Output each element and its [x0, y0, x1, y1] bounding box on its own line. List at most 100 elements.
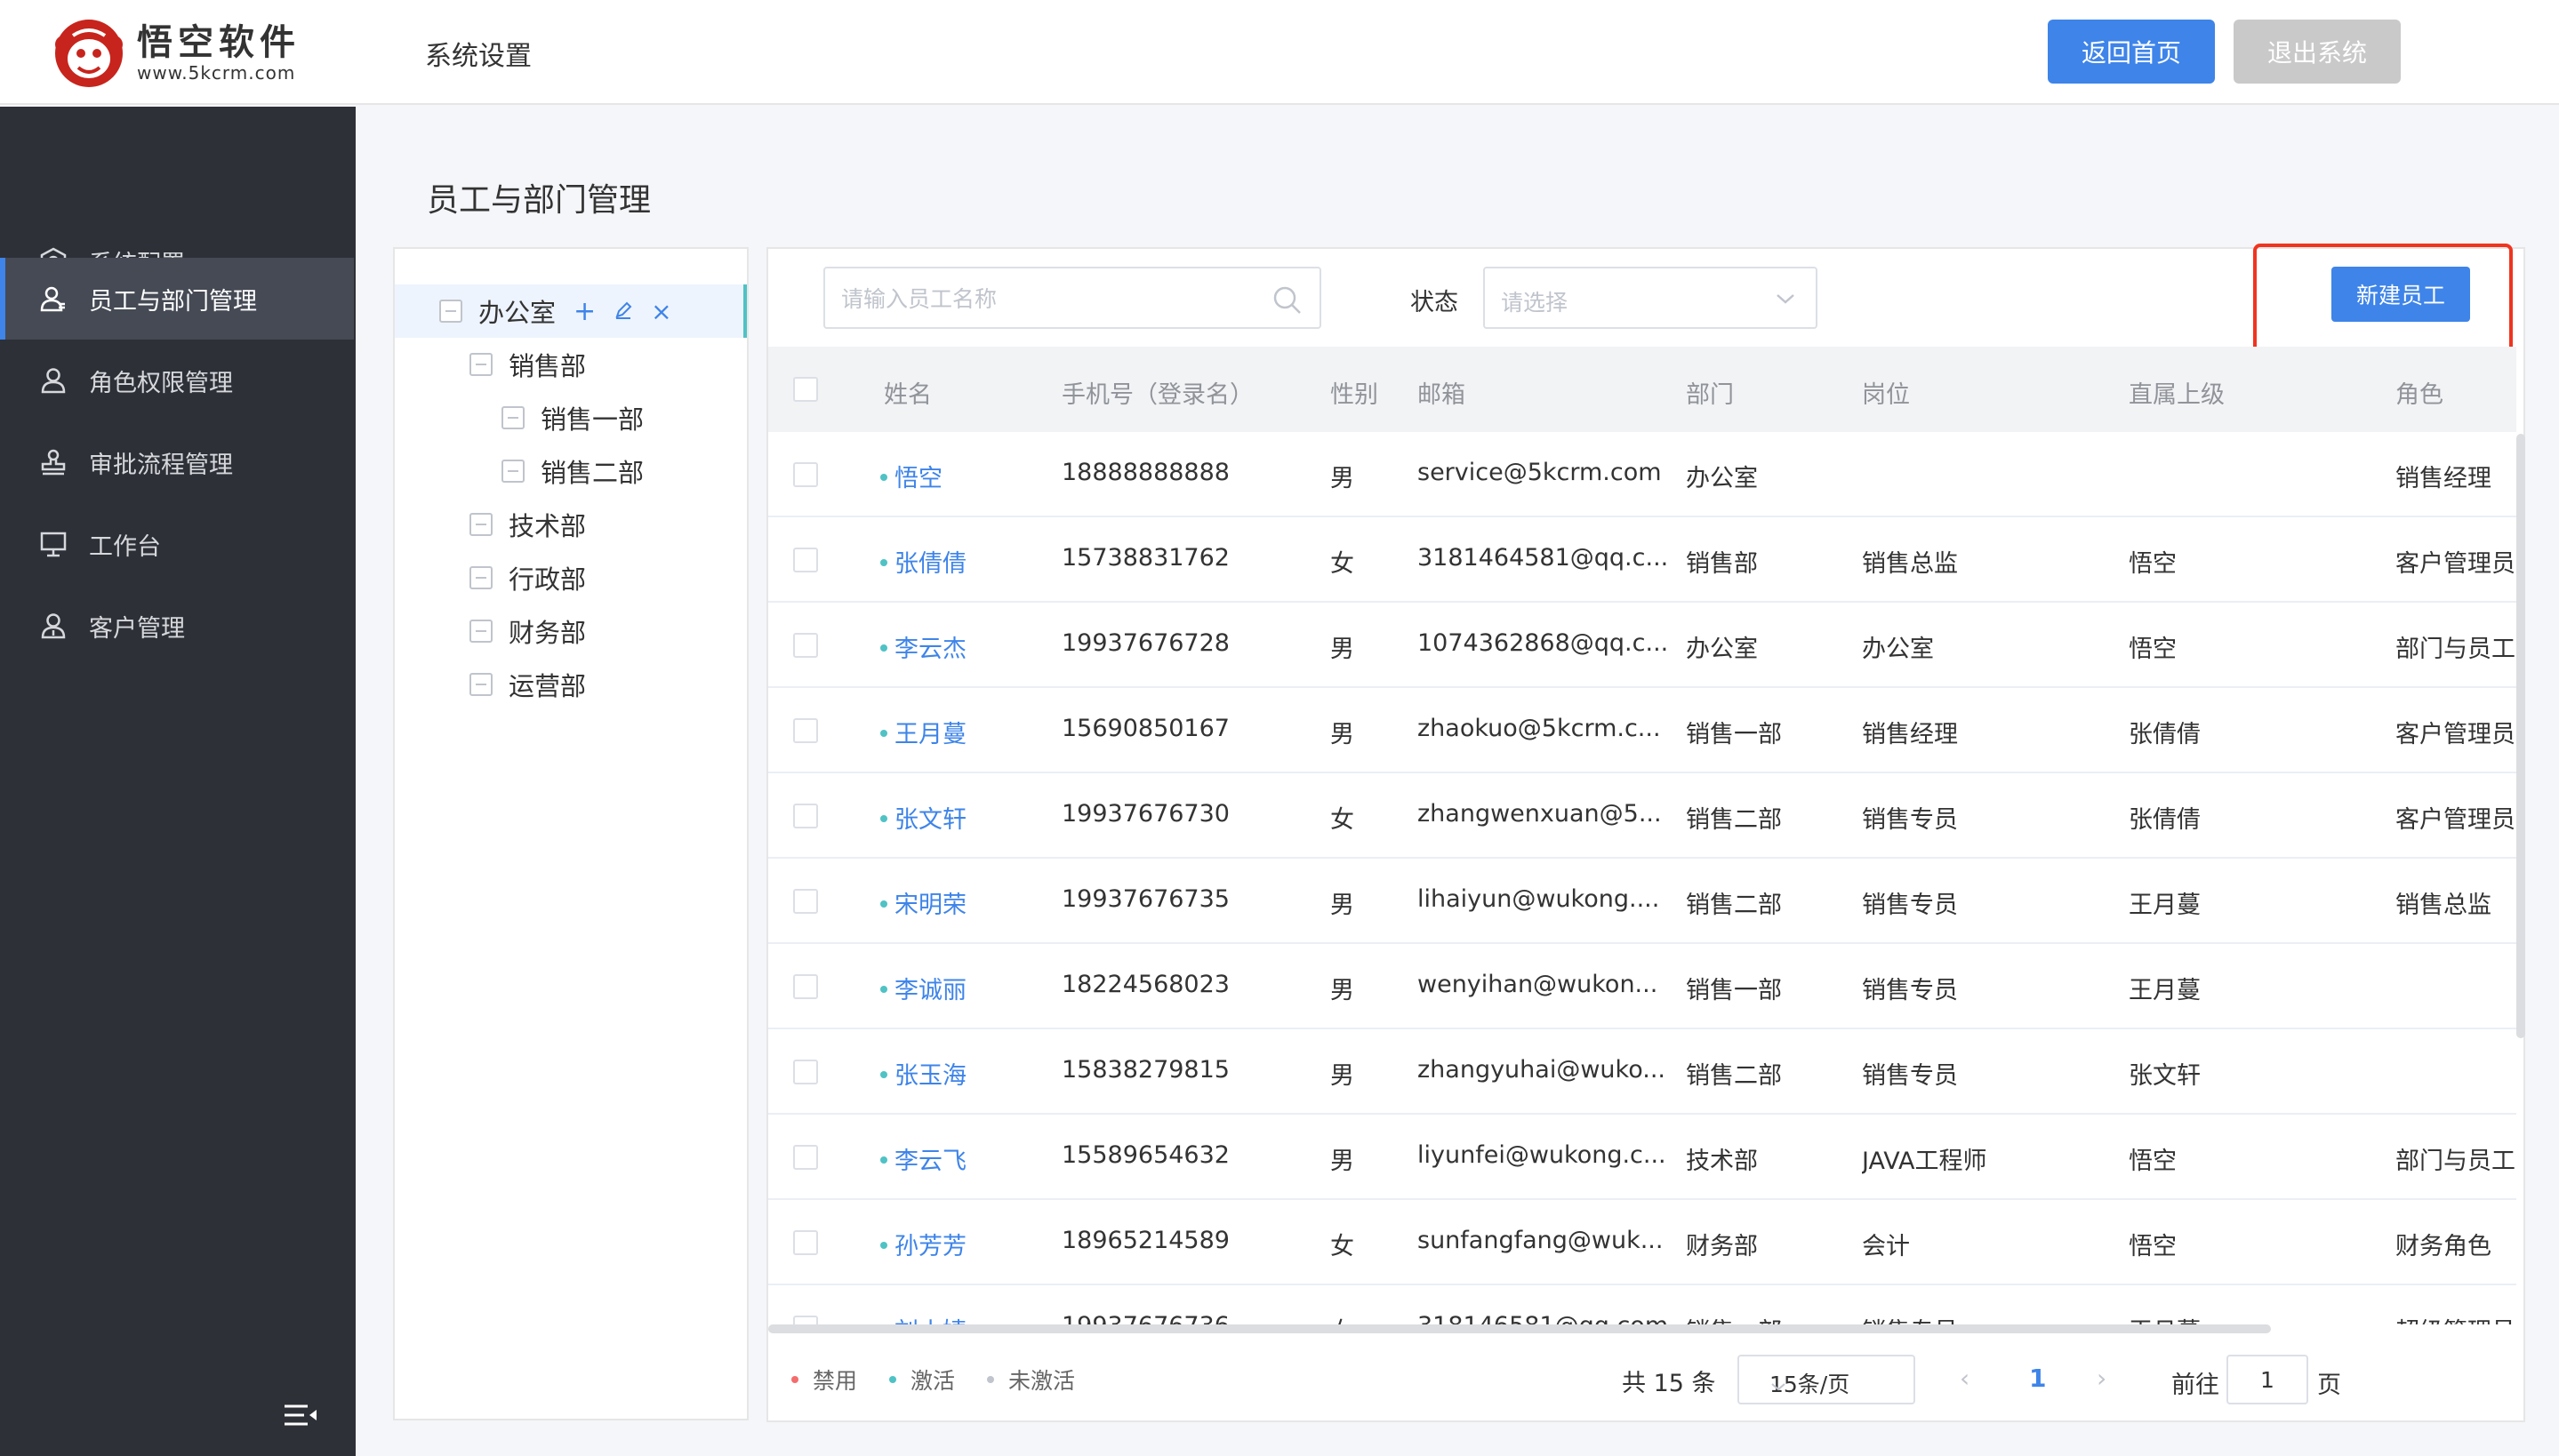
employee-name-link[interactable]: 李云飞 — [880, 1141, 967, 1176]
column-header[interactable]: 部门 — [1686, 375, 1734, 410]
tree-node-office[interactable]: 办公室 + × — [395, 284, 747, 338]
search-icon[interactable] — [1271, 284, 1304, 316]
employee-name-link[interactable]: 张玉海 — [880, 1056, 967, 1091]
status-select[interactable]: 请选择 — [1483, 267, 1817, 329]
employee-name[interactable]: 张玉海 — [894, 1062, 967, 1090]
employee-search-input[interactable] — [841, 279, 1250, 318]
edit-department-icon[interactable] — [614, 296, 633, 327]
sidebar-item-role-permission[interactable]: 角色权限管理 — [0, 340, 354, 421]
tree-node-sales[interactable]: 销售部 — [469, 338, 586, 391]
tree-node-sales-2[interactable]: 销售二部 — [501, 444, 644, 498]
sidebar-item-customer[interactable]: 客户管理 — [0, 585, 354, 667]
table-row[interactable]: 王月蔓 15690850167 男 zhaokuo@5kcrm.c... 销售一部 销售经… — [768, 688, 2516, 773]
employee-name-link[interactable]: 王月蔓 — [880, 715, 967, 749]
employee-name-link[interactable]: 悟空 — [880, 459, 943, 493]
employee-name[interactable]: 宋明荣 — [894, 892, 967, 919]
employee-name-link[interactable]: 孙芳芳 — [880, 1227, 967, 1261]
page-number-current[interactable]: 1 — [2029, 1364, 2046, 1393]
page-size-select[interactable]: 15条/页 — [1737, 1355, 1915, 1404]
collapse-icon[interactable] — [439, 300, 462, 323]
logo[interactable]: 悟空软件 www.5kcrm.com — [52, 18, 301, 89]
column-header[interactable]: 性别 — [1330, 375, 1378, 410]
table-row[interactable]: 张文轩 19937676730 女 zhangwenxuan@5... 销售二部 销售专员… — [768, 773, 2516, 859]
table-row[interactable]: 张倩倩 15738831762 女 3181464581@qq.c... 销售部 销售总监… — [768, 517, 2516, 603]
collapse-menu-icon[interactable] — [281, 1396, 320, 1435]
tree-node-tech[interactable]: 技术部 — [469, 498, 586, 551]
employee-name[interactable]: 李云飞 — [894, 1148, 967, 1175]
employee-name[interactable]: 悟空 — [894, 465, 943, 492]
column-header[interactable]: 直属上级 — [2129, 375, 2225, 410]
table-row[interactable]: 孙芳芳 18965214589 女 sunfangfang@wuk... 财务部 会计 悟空… — [768, 1200, 2516, 1285]
table-row[interactable]: 李云飞 15589654632 男 liyunfei@wukong.c... 技术部 JA… — [768, 1115, 2516, 1200]
sidebar-item-staff-dept[interactable]: 员工与部门管理 — [0, 258, 354, 340]
vertical-scrollbar[interactable] — [2516, 434, 2525, 1038]
employee-name[interactable]: 张倩倩 — [894, 550, 967, 578]
employee-name-link[interactable]: 张文轩 — [880, 800, 967, 835]
row-checkbox[interactable] — [793, 1230, 818, 1255]
tree-node-admin[interactable]: 行政部 — [469, 551, 586, 604]
column-header[interactable]: 岗位 — [1862, 375, 1910, 410]
row-checkbox[interactable] — [793, 548, 818, 572]
new-employee-button[interactable]: 新建员工 — [2331, 267, 2470, 322]
row-checkbox[interactable] — [793, 974, 818, 999]
employee-name[interactable]: 张文轩 — [894, 806, 967, 834]
row-checkbox[interactable] — [793, 718, 818, 743]
collapse-icon[interactable] — [469, 620, 493, 643]
column-header[interactable]: 角色 — [2395, 375, 2443, 410]
collapse-icon[interactable] — [469, 513, 493, 536]
employee-name-link[interactable]: 刘小婧 — [880, 1312, 967, 1324]
select-all-checkbox[interactable] — [793, 377, 818, 402]
next-page-button[interactable]: › — [2097, 1364, 2106, 1393]
employee-name-link[interactable]: 张倩倩 — [880, 544, 967, 579]
table-row[interactable]: 李云杰 19937676728 男 1074362868@qq.c... 办公室 办公室 悟… — [768, 603, 2516, 688]
column-header[interactable]: 邮箱 — [1417, 375, 1465, 410]
collapse-icon[interactable] — [469, 353, 493, 376]
status-label: 状态 — [1410, 289, 1458, 316]
row-checkbox[interactable] — [793, 1316, 818, 1324]
row-checkbox[interactable] — [793, 804, 818, 828]
goto-page-input[interactable] — [2226, 1355, 2308, 1404]
horizontal-scrollbar[interactable] — [768, 1324, 2271, 1333]
table-row[interactable]: 张玉海 15838279815 男 zhangyuhai@wuko... 销售二部 销售专… — [768, 1029, 2516, 1115]
column-header[interactable]: 手机号（登录名） — [1062, 375, 1254, 410]
row-checkbox[interactable] — [793, 889, 818, 914]
table-row[interactable]: 宋明荣 19937676735 男 lihaiyun@wukong.... 销售二部 销售… — [768, 859, 2516, 944]
employee-name-link[interactable]: 宋明荣 — [880, 885, 967, 920]
employee-name[interactable]: 王月蔓 — [894, 721, 967, 748]
employee-name[interactable]: 孙芳芳 — [894, 1233, 967, 1260]
sidebar-item-workbench[interactable]: 工作台 — [0, 503, 354, 585]
employee-name-link[interactable]: 李诚丽 — [880, 971, 967, 1005]
employee-name-link[interactable]: 李云杰 — [880, 629, 967, 664]
exit-system-button[interactable]: 退出系统 — [2234, 20, 2401, 84]
column-header[interactable]: 姓名 — [884, 375, 932, 410]
cell-post: 会计 — [1862, 1233, 1910, 1260]
row-checkbox[interactable] — [793, 1060, 818, 1084]
collapse-icon[interactable] — [469, 673, 493, 696]
cell-post: 销售专员 — [1862, 892, 1958, 919]
tree-node-finance[interactable]: 财务部 — [469, 604, 586, 658]
employee-name[interactable]: 刘小婧 — [894, 1318, 967, 1324]
table-row[interactable]: 悟空 18888888888 男 service@5kcrm.com 办公室 销售经理 — [768, 432, 2516, 517]
cell-leader: 悟空 — [2129, 1233, 2177, 1260]
add-department-icon[interactable]: + — [574, 296, 596, 327]
table-row[interactable]: 刘小婧 19937676736 女 318146581@qq.com 销售一部 销售专员 王… — [768, 1285, 2516, 1324]
delete-department-icon[interactable]: × — [651, 297, 671, 326]
tree-node-sales-1[interactable]: 销售一部 — [501, 391, 644, 444]
employee-name[interactable]: 李云杰 — [894, 636, 967, 663]
row-checkbox[interactable] — [793, 633, 818, 658]
prev-page-button[interactable]: ‹ — [1960, 1364, 1969, 1393]
sidebar-item-approval-flow[interactable]: 审批流程管理 — [0, 421, 354, 503]
collapse-icon[interactable] — [501, 406, 525, 429]
employee-search-input-wrap[interactable] — [823, 267, 1321, 329]
collapse-icon[interactable] — [501, 460, 525, 483]
cell-dept: 销售一部 — [1686, 1312, 1782, 1324]
sidebar: 系统配置 员工与部门管理 角色权限管理 审批流程管理 工作台 客户管理 — [0, 107, 356, 1456]
employee-name[interactable]: 李诚丽 — [894, 977, 967, 1004]
row-checkbox[interactable] — [793, 462, 818, 487]
back-home-button[interactable]: 返回首页 — [2048, 20, 2215, 84]
table-row[interactable]: 李诚丽 18224568023 男 wenyihan@wukon... 销售一部 销售专员… — [768, 944, 2516, 1029]
cell-gender: 男 — [1330, 465, 1354, 492]
tree-node-operations[interactable]: 运营部 — [469, 658, 586, 711]
collapse-icon[interactable] — [469, 566, 493, 589]
row-checkbox[interactable] — [793, 1145, 818, 1170]
